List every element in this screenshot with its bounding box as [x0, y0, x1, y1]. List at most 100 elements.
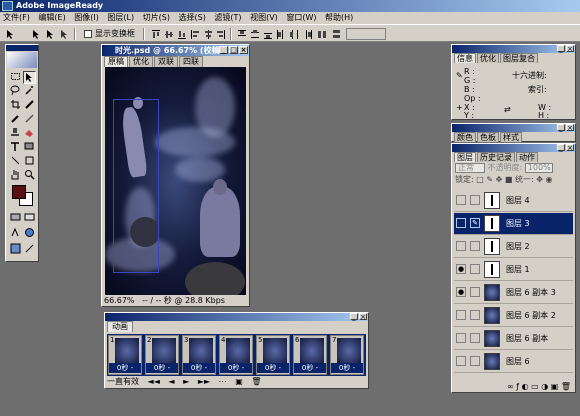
align-middle-icon[interactable] [163, 28, 173, 39]
image-map-select-icon[interactable] [23, 155, 36, 168]
opacity-field[interactable]: 100% [524, 162, 553, 173]
tab-swatches[interactable]: 色板 [477, 132, 499, 142]
zoom-tool-icon[interactable] [23, 169, 36, 182]
layer-row[interactable]: ✎ 图层 3 [454, 213, 573, 235]
image-map-tool-icon[interactable] [9, 155, 22, 168]
arrow-icon[interactable] [58, 28, 68, 39]
new-layer-set-icon[interactable]: ▭ [531, 382, 539, 391]
layer-link-toggle[interactable] [470, 356, 480, 366]
menu-view[interactable]: 视图(V) [247, 12, 281, 24]
jump-to-photoshop-icon[interactable] [9, 243, 22, 256]
frame-delay[interactable]: 0秒 - [146, 363, 178, 373]
animation-frame[interactable]: 2 0秒 - [145, 335, 179, 375]
menu-window[interactable]: 窗口(W) [283, 12, 319, 24]
align-top-icon[interactable] [150, 28, 160, 39]
arrow-icon[interactable] [44, 28, 54, 39]
lock-transparency-icon[interactable]: □ [476, 175, 484, 184]
lock-all-icon[interactable]: ■ [505, 175, 513, 184]
image-map-visibility-icon[interactable] [23, 211, 36, 224]
layer-link-toggle[interactable] [470, 264, 480, 274]
foreground-color-swatch[interactable] [12, 185, 26, 199]
layer-row[interactable]: 图层 6 副本 2 [454, 305, 573, 327]
new-layer-icon[interactable]: ▣ [551, 382, 559, 391]
tab-optimize[interactable]: 优化 [477, 53, 499, 63]
minimize-button[interactable]: _ [219, 46, 228, 54]
frame-delay[interactable]: 0秒 - [257, 363, 289, 373]
show-bounds-checkbox[interactable] [84, 30, 92, 38]
tab-history[interactable]: 历史记录 [477, 152, 515, 162]
tab-actions[interactable]: 动作 [516, 152, 538, 162]
loop-dropdown[interactable]: 一直有效 [107, 376, 139, 387]
frame-delay[interactable]: 0秒 - [331, 363, 363, 373]
menu-select[interactable]: 选择(S) [176, 12, 209, 24]
menu-image[interactable]: 图像(I) [71, 12, 102, 24]
distribute-left-icon[interactable] [275, 28, 285, 39]
previous-frame-icon[interactable]: ◄ [168, 376, 174, 387]
animation-frame[interactable]: 4 0秒 - [219, 335, 253, 375]
minimize-button[interactable]: _ [557, 124, 565, 132]
type-tool-icon[interactable] [9, 141, 22, 154]
new-frame-icon[interactable]: ▣ [235, 376, 243, 387]
close-button[interactable]: × [566, 124, 574, 132]
tab-layer-comps[interactable]: 图层复合 [500, 53, 538, 63]
layer-row[interactable]: 图层 2 [454, 236, 573, 258]
visibility-toggle[interactable] [456, 218, 466, 228]
link-layers-icon[interactable]: ∞ [507, 382, 514, 391]
tab-info[interactable]: 信息 [454, 53, 476, 63]
play-icon[interactable]: ► [183, 376, 189, 387]
eye-icon[interactable]: ● [456, 287, 466, 297]
layer-row[interactable]: ● 图层 6 副本 3 [454, 282, 573, 304]
layer-row[interactable]: 图层 4 [454, 190, 573, 212]
align-left-icon[interactable] [189, 28, 199, 39]
layer-style-icon[interactable]: ƒ [516, 382, 519, 391]
delete-layer-icon[interactable]: 🗑 [561, 382, 571, 391]
distribute-right-icon[interactable] [301, 28, 312, 39]
hand-tool-icon[interactable] [9, 169, 22, 182]
menu-filter[interactable]: 滤镜(T) [211, 12, 244, 24]
visibility-toggle[interactable] [456, 310, 466, 320]
delete-frame-icon[interactable]: 🗑 [251, 376, 261, 387]
brush-icon[interactable]: ✎ [470, 218, 480, 228]
layer-link-toggle[interactable] [470, 333, 480, 343]
distribute-spacing-icon[interactable] [316, 28, 326, 39]
tab-4-up[interactable]: 四联 [179, 56, 203, 67]
document-canvas[interactable] [105, 67, 246, 295]
download-time[interactable]: -- / -- 秒 @ 28.8 Kbps [142, 296, 225, 305]
visibility-toggle[interactable] [456, 241, 466, 251]
next-frame-icon[interactable]: ►► [198, 376, 210, 387]
preview-in-browser-icon[interactable] [23, 227, 36, 240]
layer-mask-icon[interactable]: ◐ [522, 382, 529, 391]
preset-dropdown[interactable] [346, 28, 386, 40]
minimize-button[interactable]: _ [557, 144, 565, 152]
preview-document-icon[interactable] [9, 227, 22, 240]
layer-row[interactable]: 图层 6 副本 [454, 328, 573, 350]
magic-wand-tool-icon[interactable] [23, 85, 36, 98]
slice-tool-icon[interactable] [23, 99, 36, 112]
animation-frame[interactable]: 5 0秒 - [256, 335, 290, 375]
arrow-icon[interactable] [30, 28, 40, 39]
rectangle-tool-icon[interactable] [23, 141, 36, 154]
lock-brush-icon[interactable]: ✎ [486, 175, 493, 184]
zoom-level[interactable]: 66.67% [104, 296, 135, 305]
align-right-icon[interactable] [215, 28, 225, 39]
animation-frame[interactable]: 7 0秒 - [330, 335, 364, 375]
close-button[interactable]: × [359, 313, 367, 321]
eye-icon[interactable]: ● [456, 264, 466, 274]
layer-link-toggle[interactable] [470, 241, 480, 251]
pencil-tool-icon[interactable] [23, 113, 36, 126]
menu-slice[interactable]: 切片(S) [140, 12, 173, 24]
distribute-top-icon[interactable] [236, 28, 246, 39]
distribute-bottom-icon[interactable] [262, 28, 272, 39]
frame-delay[interactable]: 0秒 - [220, 363, 252, 373]
layer-link-toggle[interactable] [470, 287, 480, 297]
frame-delay[interactable]: 0秒 - [294, 363, 326, 373]
blend-mode-dropdown[interactable]: 正常 [455, 162, 485, 173]
minimize-button[interactable]: _ [557, 45, 565, 53]
lock-move-icon[interactable]: ✥ [496, 175, 503, 184]
close-button[interactable]: × [566, 45, 574, 53]
animation-frame[interactable]: 1 0秒 - [108, 335, 142, 375]
frame-delay[interactable]: 0秒 - [183, 363, 215, 373]
tab-optimized[interactable]: 优化 [129, 56, 153, 67]
tab-color[interactable]: 颜色 [454, 132, 476, 142]
animation-frame[interactable]: 3 0秒 - [182, 335, 216, 375]
